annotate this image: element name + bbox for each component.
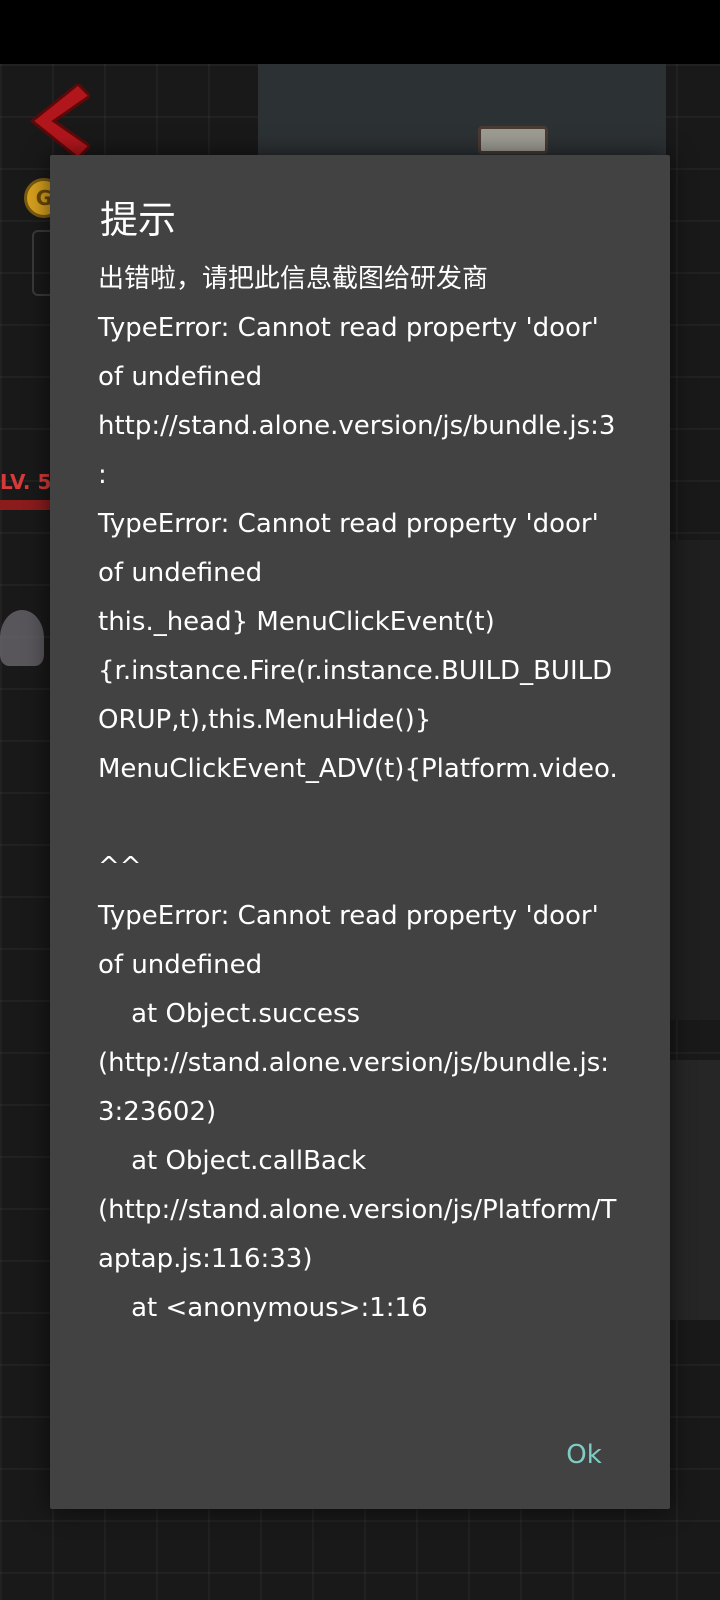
side-panel <box>666 540 720 1020</box>
wall-lamp <box>478 126 548 154</box>
level-label: LV. 5 <box>0 470 52 494</box>
dialog-title: 提示 <box>100 198 177 242</box>
character-sprite <box>0 610 44 666</box>
ok-button[interactable]: Ok <box>538 1427 630 1483</box>
back-arrow-icon[interactable] <box>28 84 90 158</box>
status-bar <box>0 0 720 64</box>
error-dialog: 提示 出错啦，请把此信息截图给研发商 TypeError: Cannot rea… <box>50 155 670 1509</box>
level-progress-bar <box>0 500 50 510</box>
game-wall <box>258 64 666 164</box>
screen: G LV. 5 提示 出错啦，请把此信息截图给研发商 TypeError: Ca… <box>0 0 720 1600</box>
dialog-message: 出错啦，请把此信息截图给研发商 TypeError: Cannot read p… <box>98 264 618 1323</box>
side-panel-lower <box>666 1060 720 1320</box>
